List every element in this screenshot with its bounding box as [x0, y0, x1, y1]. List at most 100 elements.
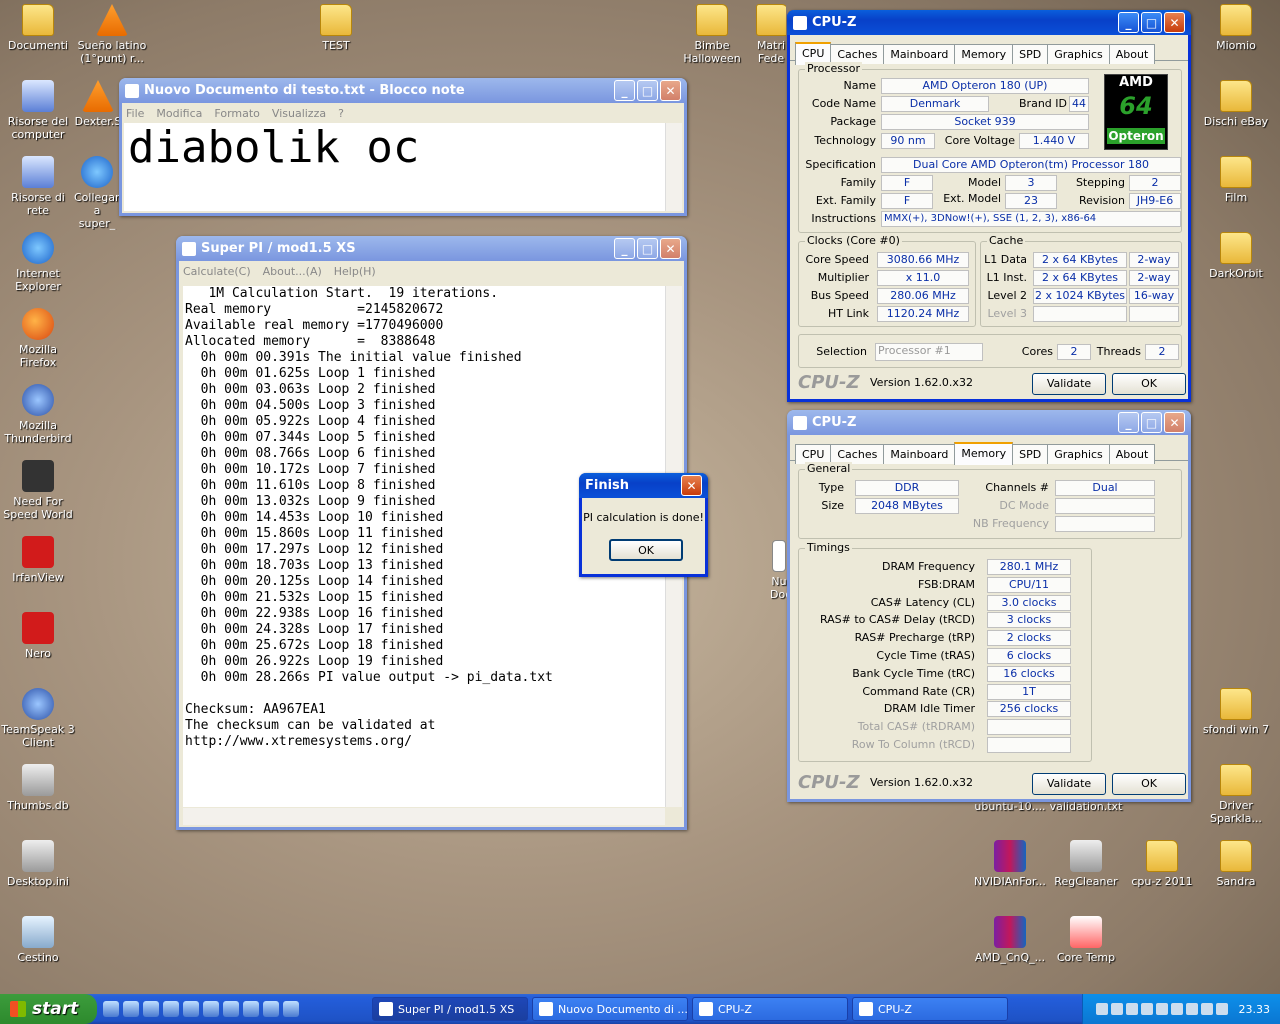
tray-icon[interactable] [1125, 1003, 1138, 1015]
desktop-icon-film[interactable]: Film [1198, 156, 1274, 204]
task-notepad[interactable]: Nuovo Documento di ... [532, 997, 688, 1021]
desktop-icon-sandra[interactable]: Sandra [1198, 840, 1274, 888]
thunderbird-icon[interactable] [183, 1001, 199, 1017]
tray-icon[interactable] [1215, 1003, 1228, 1015]
tray-icon[interactable] [1155, 1003, 1168, 1015]
desktop-icon-amd-cnq[interactable]: AMD_CnQ_... [972, 916, 1048, 964]
outlook-icon[interactable] [143, 1001, 159, 1017]
menu-help[interactable]: Help(H) [334, 265, 376, 278]
selection-dropdown[interactable]: Processor #1 [875, 343, 983, 361]
notepad-vscrollbar[interactable] [665, 123, 682, 211]
desktop-icon-firefox[interactable]: Mozilla Firefox [0, 308, 76, 369]
minimize-button[interactable]: _ [614, 80, 635, 101]
finish-dialog[interactable]: Finish ✕ PI calculation is done! OK [579, 473, 708, 577]
maximize-button[interactable]: □ [1141, 12, 1162, 33]
start-button[interactable]: start [0, 994, 97, 1024]
desktop-icon-cpuz-2011[interactable]: cpu-z 2011 [1124, 840, 1200, 888]
minimize-button[interactable]: _ [614, 238, 635, 259]
desktop-icon-documenti[interactable]: Documenti [0, 4, 76, 52]
menu-visualizza[interactable]: Visualizza [272, 107, 326, 120]
cpuz-titlebar[interactable]: CPU-Z _ □ ✕ [787, 10, 1191, 35]
desktop-icon[interactable] [123, 1001, 139, 1017]
tray-icon[interactable] [1140, 1003, 1153, 1015]
desktop-icon-cestino[interactable]: Cestino [0, 916, 76, 964]
calc-icon[interactable] [223, 1001, 239, 1017]
desktop-icon-miomio[interactable]: Miomio [1198, 4, 1274, 52]
cpuz-memory-window[interactable]: CPU-Z _ □ ✕ CPU Caches Mainboard Memory … [787, 410, 1191, 802]
tray-icon[interactable] [1095, 1003, 1108, 1015]
ok-button[interactable]: OK [1112, 773, 1186, 795]
tab-spd[interactable]: SPD [1012, 444, 1049, 464]
desktop-icon-desktopini[interactable]: Desktop.ini [0, 840, 76, 888]
desktop-icon-driver[interactable]: Driver Sparkla... [1198, 764, 1274, 825]
desktop-icon-thumbs[interactable]: Thumbs.db [0, 764, 76, 812]
facebook-icon[interactable] [263, 1001, 279, 1017]
desktop-icon-coretemp[interactable]: Core Temp [1048, 916, 1124, 964]
maximize-button[interactable]: □ [1141, 412, 1162, 433]
ok-button[interactable]: OK [1112, 373, 1186, 395]
desktop-icon-darkorbit[interactable]: DarkOrbit [1198, 232, 1274, 280]
validate-button[interactable]: Validate [1032, 773, 1106, 795]
desktop-label-ubuntu[interactable]: ubuntu-10.... [972, 800, 1048, 814]
desktop-label-validation[interactable]: validation.txt [1048, 800, 1124, 814]
tray-icon[interactable] [1110, 1003, 1123, 1015]
messenger-icon[interactable] [243, 1001, 259, 1017]
desktop-icon-nuovo-doc[interactable]: Nu Docum [770, 540, 788, 601]
tab-caches[interactable]: Caches [830, 444, 885, 464]
superpi-titlebar[interactable]: Super PI / mod1.5 XS _ □ ✕ [176, 236, 687, 261]
tab-cpu[interactable]: CPU [795, 444, 832, 464]
explorer-icon[interactable] [203, 1001, 219, 1017]
tray-icon[interactable] [1200, 1003, 1213, 1015]
app-icon[interactable] [283, 1001, 299, 1017]
desktop-icon-nero[interactable]: Nero [0, 612, 76, 660]
finish-titlebar[interactable]: Finish ✕ [579, 473, 708, 498]
tray-icon[interactable] [1170, 1003, 1183, 1015]
tab-graphics[interactable]: Graphics [1047, 444, 1110, 464]
tray-icon[interactable] [1185, 1003, 1198, 1015]
tab-graphics[interactable]: Graphics [1047, 44, 1110, 64]
maximize-button[interactable]: □ [637, 238, 658, 259]
desktop-icon-super-shortcut[interactable]: Collegam a super_ [74, 156, 120, 230]
desktop-icon-bimbe[interactable]: Bimbe Halloween [674, 4, 750, 65]
desktop-icon-irfanview[interactable]: IrfanView [0, 536, 76, 584]
menu-about[interactable]: About...(A) [263, 265, 322, 278]
clock[interactable]: 23.33 [1239, 1003, 1271, 1016]
tab-memory[interactable]: Memory [954, 44, 1014, 64]
close-button[interactable]: ✕ [1164, 412, 1185, 433]
desktop-icon-nvidia[interactable]: NVIDIAnFor... [972, 840, 1048, 888]
minimize-button[interactable]: _ [1118, 412, 1139, 433]
ie-icon[interactable] [103, 1001, 119, 1017]
tab-mainboard[interactable]: Mainboard [883, 44, 956, 64]
cpuz-mem-titlebar[interactable]: CPU-Z _ □ ✕ [787, 410, 1191, 435]
tab-caches[interactable]: Caches [830, 44, 885, 64]
tab-memory[interactable]: Memory [954, 442, 1014, 465]
minimize-button[interactable]: _ [1118, 12, 1139, 33]
desktop-icon-dischi-ebay[interactable]: Dischi eBay [1198, 80, 1274, 128]
tab-spd[interactable]: SPD [1012, 44, 1049, 64]
cpuz-cpu-window[interactable]: CPU-Z _ □ ✕ CPU Caches Mainboard Memory … [787, 10, 1191, 402]
tab-about[interactable]: About [1108, 44, 1156, 64]
tab-about[interactable]: About [1108, 444, 1156, 464]
desktop-icon-ie[interactable]: Internet Explorer [0, 232, 76, 293]
desktop-icon-matri[interactable]: Matri Fede [756, 4, 786, 65]
firefox-icon[interactable] [163, 1001, 179, 1017]
desktop-icon-risorse-computer[interactable]: Risorse del computer [0, 80, 76, 141]
desktop-icon-risorse-rete[interactable]: Risorse di rete [0, 156, 76, 217]
menu-calculate[interactable]: Calculate(C) [183, 265, 251, 278]
tab-mainboard[interactable]: Mainboard [883, 444, 956, 464]
desktop-icon-test[interactable]: TEST [298, 4, 374, 52]
superpi-hscrollbar[interactable] [183, 808, 665, 825]
notepad-text-area[interactable]: diabolik oc [124, 123, 665, 211]
desktop-icon-teamspeak[interactable]: TeamSpeak 3 Client [0, 688, 76, 749]
menu-formato[interactable]: Formato [214, 107, 260, 120]
task-superpi[interactable]: Super PI / mod1.5 XS [372, 997, 528, 1021]
close-button[interactable]: ✕ [660, 238, 681, 259]
notepad-window[interactable]: Nuovo Documento di testo.txt - Blocco no… [119, 78, 687, 216]
desktop-icon-dexter[interactable]: Dexter.S [74, 80, 122, 128]
close-button[interactable]: ✕ [1164, 12, 1185, 33]
menu-help[interactable]: ? [338, 107, 344, 120]
maximize-button[interactable]: □ [637, 80, 658, 101]
desktop-icon-nfs[interactable]: Need For Speed World [0, 460, 76, 521]
menu-file[interactable]: File [126, 107, 144, 120]
close-button[interactable]: ✕ [660, 80, 681, 101]
